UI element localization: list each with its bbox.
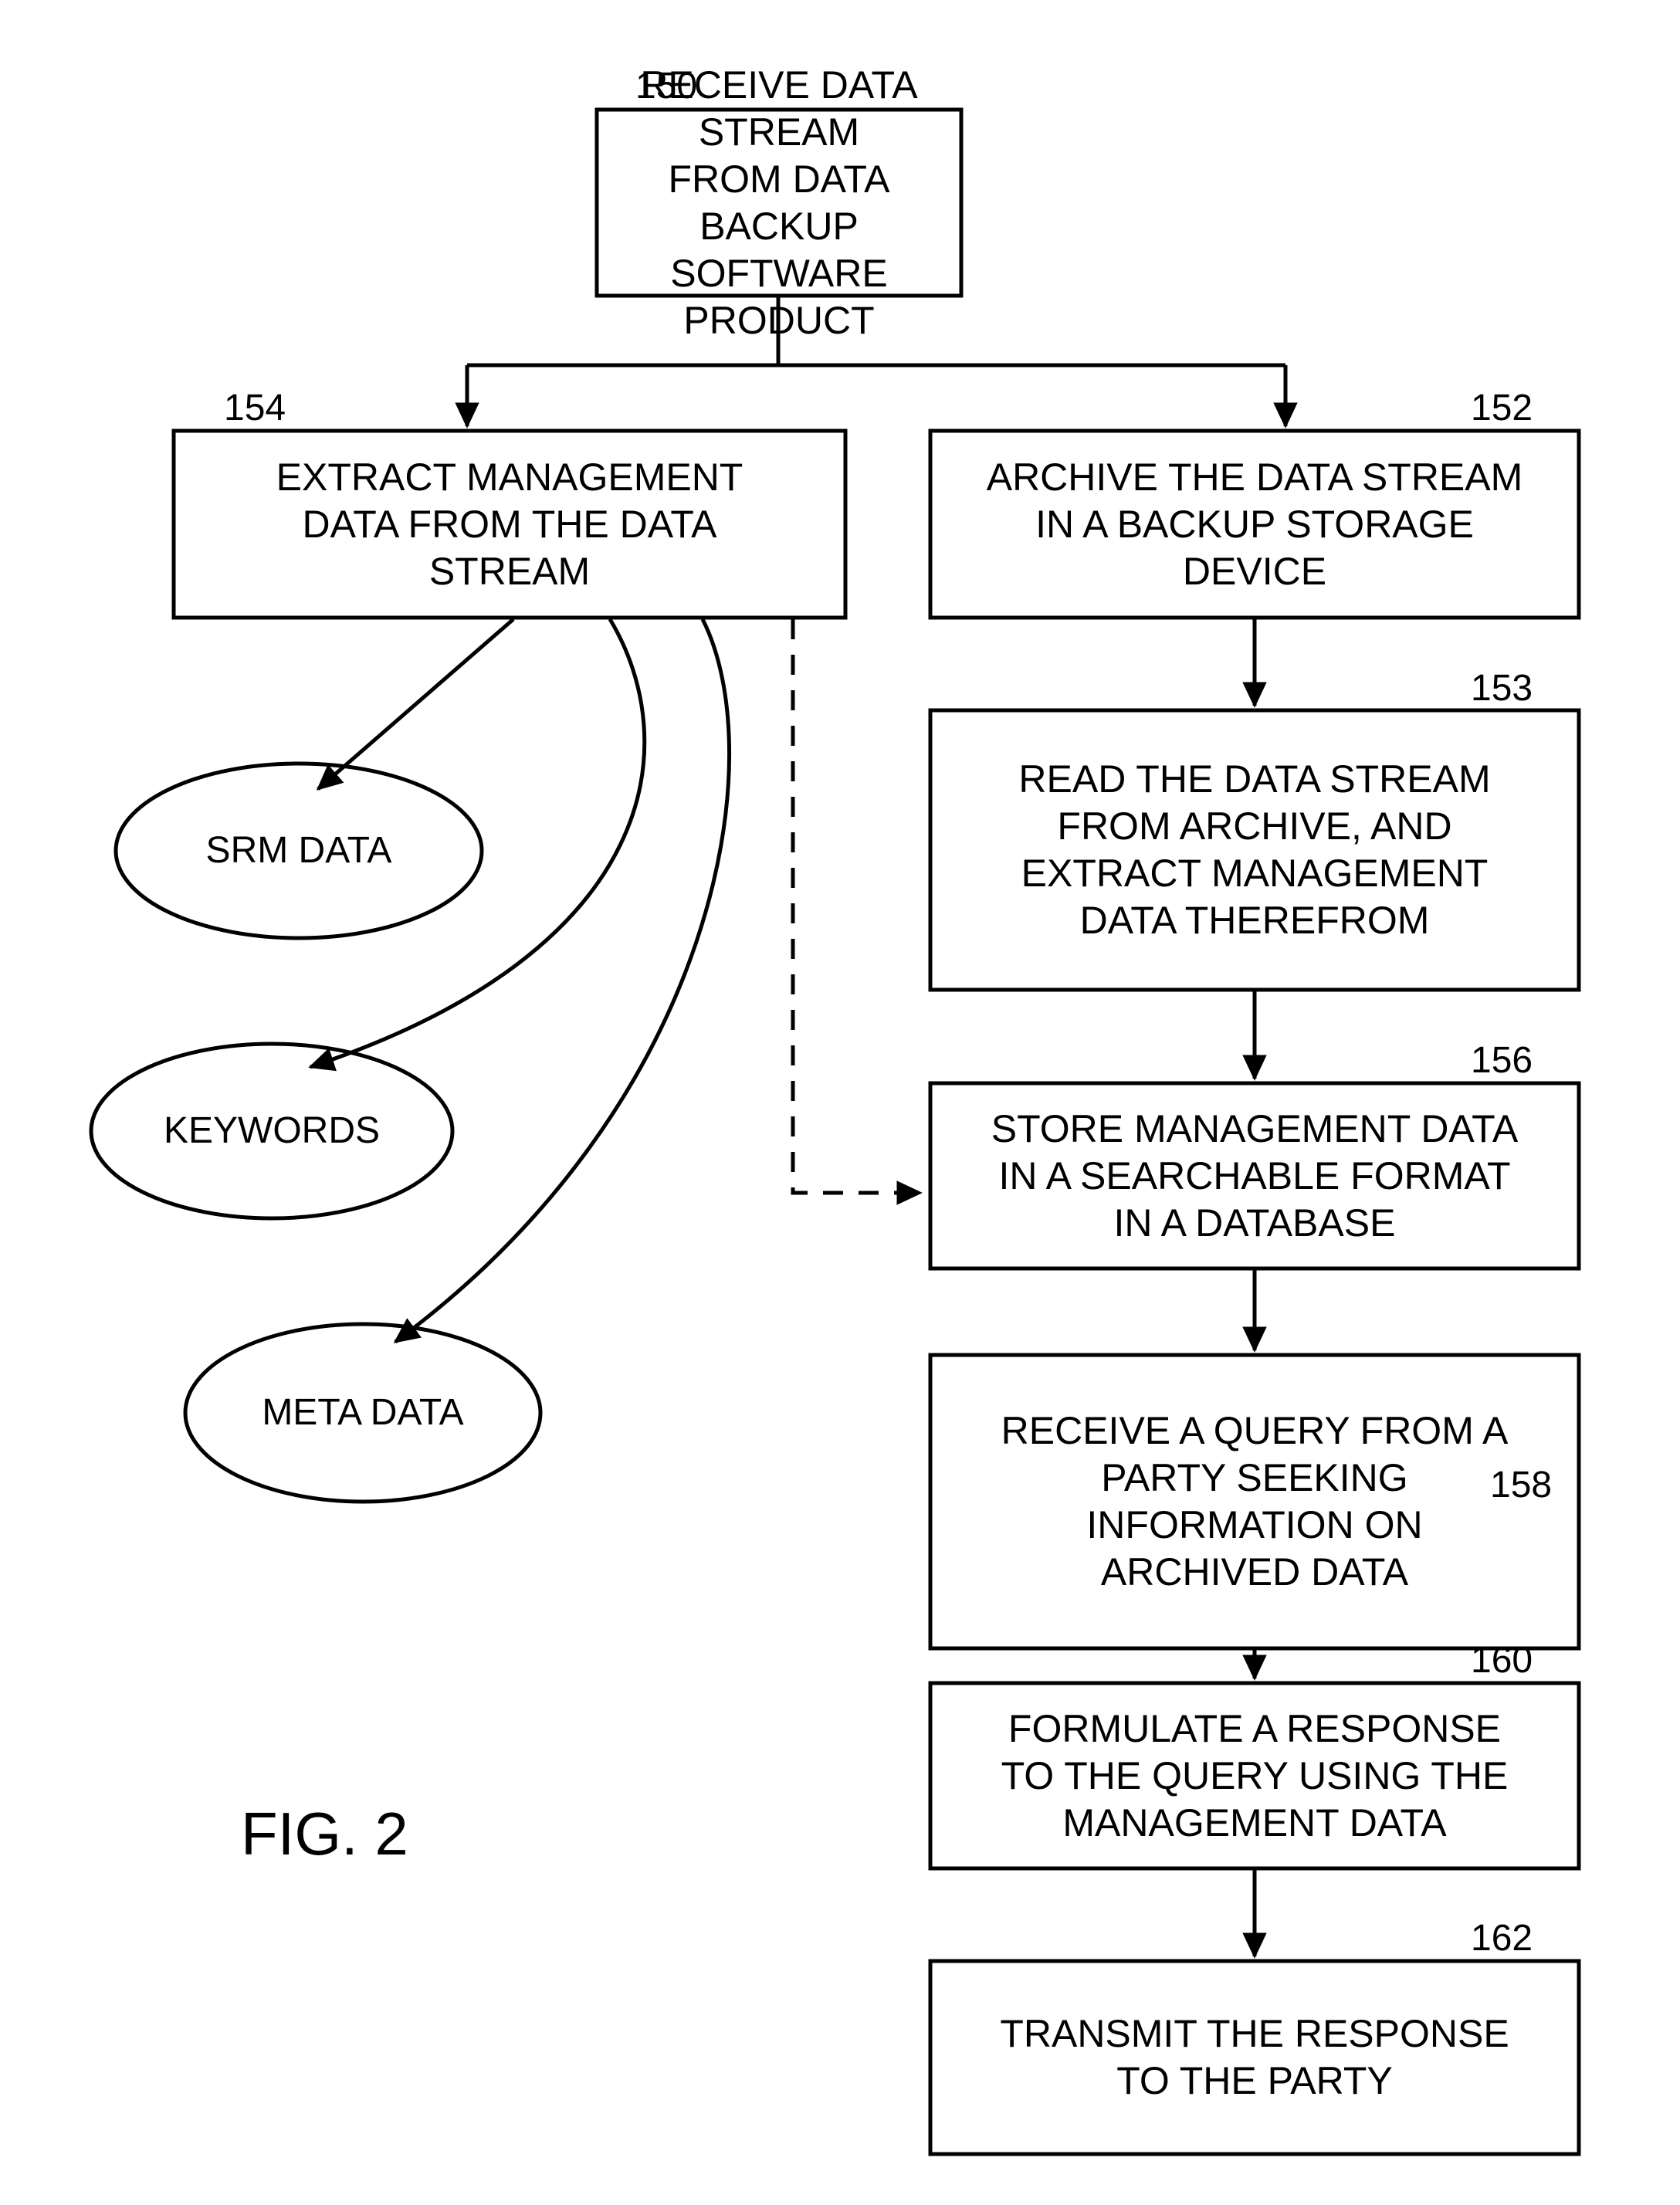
reference-numeral-150: 150: [635, 66, 698, 107]
node-shape-160: [928, 1681, 1581, 1871]
node-shape-meta-data: [183, 1322, 543, 1504]
reference-numeral-160: 160: [1471, 1640, 1533, 1681]
flowchart-canvas: [89, 107, 1581, 2156]
figure-caption: FIG. 2: [241, 1800, 408, 1868]
patent-flowchart-figure: RECEIVE DATA STREAM FROM DATA BACKUP SOF…: [0, 0, 1680, 2205]
reference-numeral-154: 154: [224, 388, 286, 428]
node-shape-154: [171, 428, 848, 620]
connector-c154-to-meta: [393, 618, 731, 1344]
node-shape-153: [928, 708, 1581, 992]
reference-numeral-152: 152: [1471, 388, 1533, 428]
connector-c154-to-srm: [316, 618, 515, 791]
node-shape-srm-data: [113, 761, 484, 940]
node-shape-152: [928, 428, 1581, 620]
reference-numeral-153: 153: [1471, 668, 1533, 709]
connector-c154-to-156-dashed: [791, 619, 923, 1205]
reference-numeral-162: 162: [1471, 1918, 1533, 1959]
reference-numeral-158: 158: [1490, 1465, 1553, 1506]
node-shape-158: [928, 1353, 1581, 1651]
node-shape-keywords: [89, 1042, 455, 1221]
node-shape-156: [928, 1081, 1581, 1271]
reference-numeral-156: 156: [1471, 1040, 1533, 1081]
node-shape-150: [594, 107, 964, 298]
node-shape-162: [928, 1959, 1581, 2156]
